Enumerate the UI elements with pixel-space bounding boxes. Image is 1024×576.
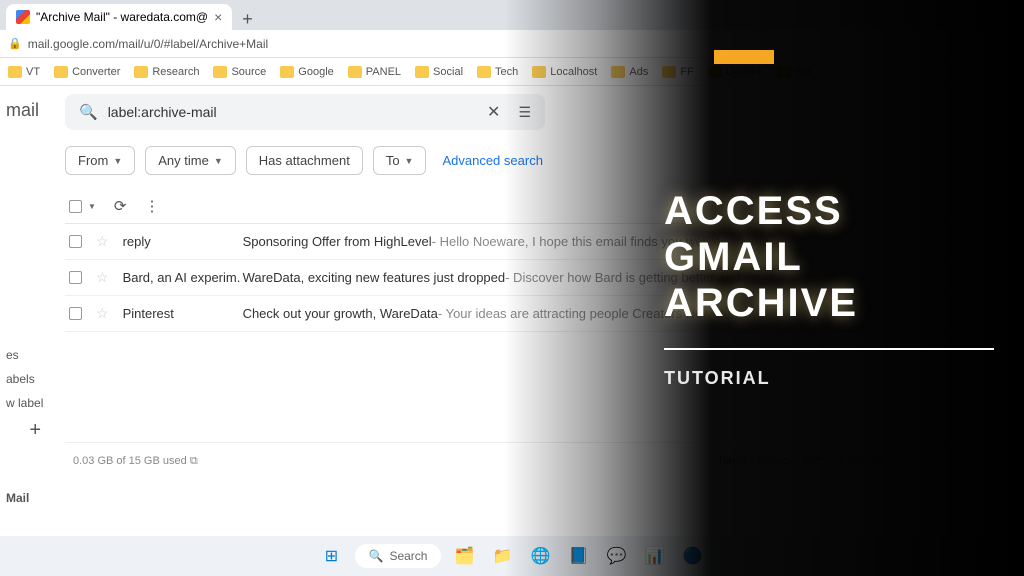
bookmark-item[interactable]: Converter	[54, 66, 120, 78]
overlay-subtitle: TUTORIAL	[664, 368, 1024, 389]
folder-icon	[477, 66, 491, 78]
more-icon[interactable]: ⋮	[145, 197, 160, 215]
subject: WareData, exciting new features just dro…	[243, 270, 506, 285]
bookmark-item[interactable]: PANEL	[348, 66, 401, 78]
filter-anytime[interactable]: Any time▼	[145, 146, 236, 175]
folder-icon	[213, 66, 227, 78]
bookmark-item[interactable]: Google	[280, 66, 333, 78]
row-checkbox[interactable]	[69, 271, 82, 284]
search-bar[interactable]: 🔍 ✕ ☰	[65, 94, 545, 130]
browser-tab[interactable]: "Archive Mail" - waredata.com@ ×	[6, 4, 232, 30]
filter-attachment[interactable]: Has attachment	[246, 146, 363, 175]
star-icon[interactable]: ☆	[96, 305, 109, 322]
sidebar-label[interactable]: abels	[0, 367, 55, 391]
close-tab-icon[interactable]: ×	[214, 9, 222, 25]
url-text: mail.google.com/mail/u/0/#label/Archive+…	[28, 37, 268, 51]
tutorial-overlay: ACCESS GMAIL ARCHIVE TUTORIAL	[504, 0, 1024, 576]
star-icon[interactable]: ☆	[96, 269, 109, 286]
folder-icon	[54, 66, 68, 78]
external-link-icon[interactable]: ⧉	[190, 455, 198, 467]
sidebar: mail es abels w label + Mail	[0, 86, 55, 546]
clear-search-icon[interactable]: ✕	[487, 102, 500, 122]
search-icon: 🔍	[79, 103, 98, 121]
sender: reply	[123, 234, 243, 249]
lock-icon: 🔒	[8, 37, 22, 50]
divider	[664, 348, 994, 350]
search-input[interactable]	[108, 104, 477, 120]
chevron-down-icon: ▼	[113, 156, 122, 166]
star-icon[interactable]: ☆	[96, 233, 109, 250]
subject: Check out your growth, WareData	[243, 306, 438, 321]
chevron-down-icon: ▼	[405, 156, 414, 166]
tab-title: "Archive Mail" - waredata.com@	[36, 10, 208, 24]
bookmark-item[interactable]: Research	[134, 66, 199, 78]
chevron-down-icon: ▼	[214, 156, 223, 166]
row-checkbox[interactable]	[69, 307, 82, 320]
sender: Bard, an AI experim.	[123, 270, 243, 285]
taskbar-search[interactable]: 🔍Search	[355, 544, 442, 568]
bookmark-item[interactable]: Social	[415, 66, 463, 78]
accent-bar	[714, 50, 774, 64]
bookmark-item[interactable]: VT	[8, 66, 40, 78]
refresh-icon[interactable]: ⟳	[114, 197, 127, 215]
select-all-checkbox[interactable]	[69, 200, 82, 213]
subject: Sponsoring Offer from HighLevel	[243, 234, 432, 249]
taskbar-app[interactable]: 🗂️	[449, 541, 479, 571]
folder-icon	[8, 66, 22, 78]
gmail-logo-text: mail	[0, 94, 55, 133]
filter-to[interactable]: To▼	[373, 146, 427, 175]
sidebar-mail-label[interactable]: Mail	[0, 486, 55, 510]
new-tab-button[interactable]: +	[232, 9, 263, 30]
add-label-button[interactable]: +	[0, 415, 55, 446]
storage-text: 0.03 GB of 15 GB used ⧉	[73, 455, 198, 468]
sidebar-label[interactable]: w label	[0, 391, 55, 415]
overlay-title: ACCESS GMAIL ARCHIVE	[664, 188, 1024, 326]
sidebar-label[interactable]: es	[0, 343, 55, 367]
folder-icon	[280, 66, 294, 78]
row-checkbox[interactable]	[69, 235, 82, 248]
folder-icon	[415, 66, 429, 78]
folder-icon	[348, 66, 362, 78]
sender: Pinterest	[123, 306, 243, 321]
folder-icon	[134, 66, 148, 78]
gmail-icon	[16, 10, 30, 24]
select-dropdown-icon[interactable]: ▼	[88, 202, 96, 211]
filter-from[interactable]: From▼	[65, 146, 135, 175]
start-button[interactable]: ⊞	[317, 541, 347, 571]
search-icon: 🔍	[369, 549, 384, 563]
bookmark-item[interactable]: Source	[213, 66, 266, 78]
